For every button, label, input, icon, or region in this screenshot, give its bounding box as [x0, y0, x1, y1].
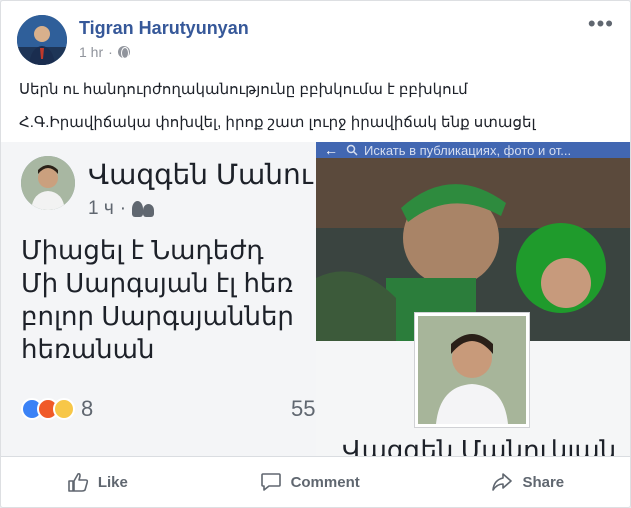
action-bar: Like Comment Share: [1, 456, 630, 507]
reactions-summary: 8: [21, 396, 93, 422]
like-button[interactable]: Like: [67, 472, 128, 492]
like-label: Like: [97, 473, 128, 491]
author-avatar[interactable]: [17, 15, 67, 65]
comment-icon: [260, 473, 281, 491]
profile-name: Վազգեն Մանուկյան: [342, 435, 617, 456]
post-text-line-2: Հ.Գ.Իրավիճակա փոխվել, իրոք շատ լուրջ իրա…: [19, 114, 536, 131]
friends-icon: [132, 201, 155, 217]
globe-icon[interactable]: [117, 46, 130, 59]
search-bar: ← Искать в публикациях, фото и от...: [316, 142, 630, 158]
post-meta: 1 hr ·: [79, 44, 130, 60]
post-time[interactable]: 1 hr: [79, 44, 103, 60]
search-placeholder: Искать в публикациях, фото и от...: [364, 142, 572, 158]
reaction-count: 8: [81, 396, 94, 421]
search-icon: [346, 144, 358, 156]
thumbs-up-icon: [68, 472, 88, 492]
shared-avatar: [21, 156, 75, 210]
comment-button[interactable]: Comment: [260, 472, 360, 492]
comment-label: Comment: [290, 473, 360, 491]
screenshot-right: ← Искать в публикациях, фото и от... Վազ…: [316, 142, 630, 456]
more-options-button[interactable]: •••: [588, 13, 614, 35]
author-name[interactable]: Tigran Harutyunyan: [79, 18, 249, 39]
haha-reaction-icon: [53, 398, 75, 420]
post-card: Tigran Harutyunyan 1 hr · ••• Սերն ու հա…: [0, 0, 631, 508]
shared-time: 1 ч: [88, 198, 114, 219]
screenshot-left: Վազգեն Մանու 1 ч · Միացել է Նադեժդ Մի Սա…: [1, 142, 316, 456]
post-image[interactable]: Վազգեն Մանու 1 ч · Միացել է Նադեժդ Մի Սա…: [1, 142, 630, 456]
share-arrow-icon: [492, 473, 513, 491]
post-text-line-1: Սերն ու հանդուրժողականությունը բբխկումա …: [19, 81, 468, 98]
profile-picture: [414, 312, 530, 428]
shared-meta: 1 ч ·: [88, 198, 155, 220]
shared-author-name: Վազգեն Մանու: [88, 159, 313, 190]
comment-count: 55: [291, 396, 316, 421]
share-label: Share: [522, 473, 565, 491]
back-arrow-icon: ←: [324, 142, 338, 158]
shared-body: Միացել է Նադեժդ Մի Սարգսյան էլ հեռ բոլոր…: [21, 235, 294, 364]
share-button[interactable]: Share: [491, 472, 564, 492]
